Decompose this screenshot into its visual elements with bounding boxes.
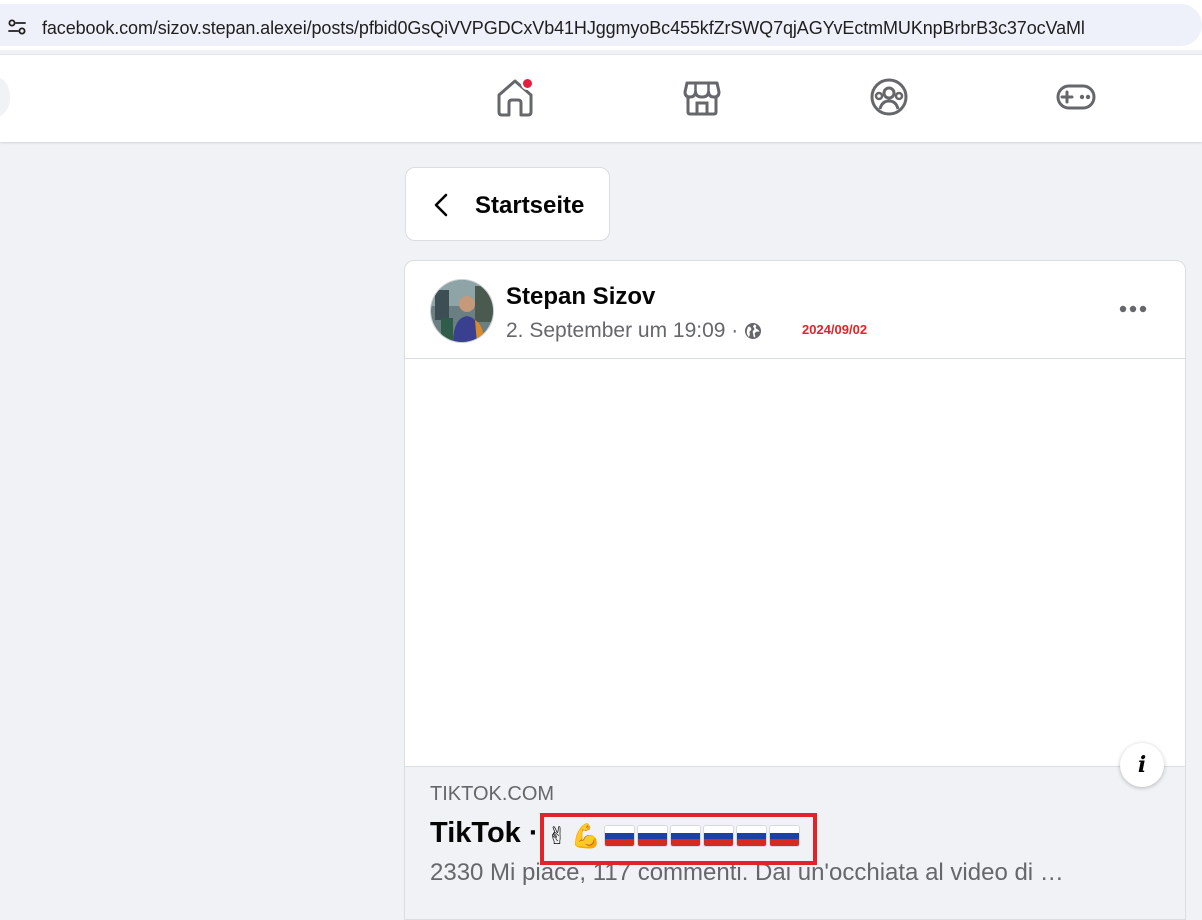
link-title: TikTok · (430, 817, 539, 849)
more-dots-icon (1119, 305, 1147, 313)
gaming-icon (1056, 84, 1096, 110)
globe-icon (745, 323, 762, 339)
marketplace-icon (683, 81, 721, 116)
post-header: Stepan Sizov 2. September um 19:09 · 202… (405, 261, 1185, 359)
top-navigation (0, 54, 1202, 142)
back-to-home-button[interactable]: Startseite (405, 167, 610, 241)
link-preview[interactable]: TIKTOK.COM TikTok · ✌ 💪 2330 Mi piace, 1… (405, 766, 1185, 919)
author-name[interactable]: Stepan Sizov (506, 283, 655, 311)
notification-dot (521, 77, 534, 90)
avatar-photo (431, 280, 493, 342)
post-meta: 2. September um 19:09 · (506, 319, 762, 343)
info-button[interactable]: i (1120, 743, 1164, 787)
nav-marketplace[interactable] (680, 75, 724, 119)
back-label: Startseite (475, 192, 585, 219)
nav-gaming[interactable] (1054, 75, 1098, 119)
post-card: Stepan Sizov 2. September um 19:09 · 202… (404, 260, 1186, 920)
annotation-date: 2024/09/02 (802, 322, 868, 337)
address-field[interactable]: facebook.com/sizov.stepan.alexei/posts/p… (0, 4, 1202, 46)
site-settings-icon[interactable] (6, 16, 28, 38)
groups-icon (870, 78, 908, 116)
link-domain: TIKTOK.COM (430, 783, 555, 805)
media-area[interactable] (405, 359, 1185, 767)
info-icon: i (1137, 752, 1147, 778)
avatar[interactable] (430, 279, 494, 343)
more-options-button[interactable] (1115, 293, 1151, 325)
highlight-annotation-box (540, 813, 817, 865)
search-button[interactable] (0, 75, 10, 119)
nav-home[interactable] (493, 75, 537, 119)
post-timestamp[interactable]: 2. September um 19:09 · (506, 319, 738, 343)
chevron-left-icon (434, 193, 448, 217)
browser-url-bar: facebook.com/sizov.stepan.alexei/posts/p… (0, 0, 1202, 50)
nav-groups[interactable] (867, 75, 911, 119)
url-text[interactable]: facebook.com/sizov.stepan.alexei/posts/p… (42, 18, 1085, 39)
